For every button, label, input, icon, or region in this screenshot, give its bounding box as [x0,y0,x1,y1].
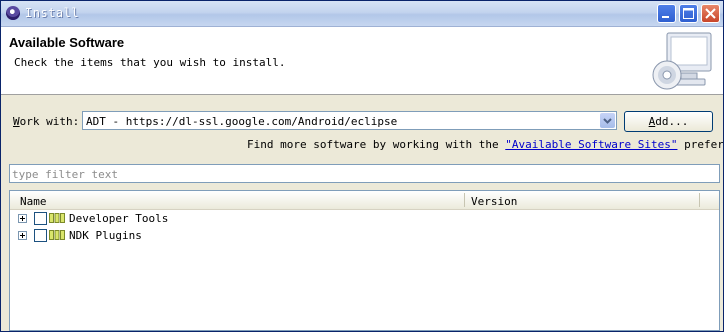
dialog-header: Available Software Check the items that … [1,27,723,95]
maximize-button[interactable] [679,4,698,23]
close-icon [705,8,716,19]
install-computer-cd-icon [652,32,712,90]
minimize-button[interactable] [657,4,676,23]
row-checkbox[interactable] [34,229,47,242]
find-more-text: Find more software by working with the "… [247,138,724,151]
expand-icon[interactable] [18,231,27,240]
column-name-header[interactable]: Name [20,195,47,208]
expand-icon[interactable] [18,214,27,223]
minimize-icon [662,16,669,18]
tree-header: Name Version [10,191,719,210]
maximize-icon [683,8,694,19]
window-title: Install [25,6,80,20]
eclipse-icon [6,6,20,20]
install-window: Install Available Software Check the ite… [0,0,724,332]
column-separator[interactable] [464,193,465,207]
feature-icon [49,230,65,240]
body-panel: Work with: ADT - https://dl-ssl.google.c… [1,95,723,331]
row-checkbox[interactable] [34,212,47,225]
page-title: Available Software [9,35,125,50]
close-button[interactable] [701,4,720,23]
row-label: Developer Tools [69,212,169,225]
available-software-sites-link[interactable]: "Available Software Sites" [505,138,677,151]
software-tree[interactable]: Name Version Developer Tools NDK Plugins [9,190,720,331]
column-separator[interactable] [699,193,700,207]
combo-dropdown-button[interactable] [600,113,615,128]
tree-row[interactable]: NDK Plugins [10,227,719,244]
work-with-label: Work with: [13,115,80,128]
work-with-combo[interactable]: ADT - https://dl-ssl.google.com/Android/… [82,111,617,130]
feature-icon [49,213,65,223]
page-description: Check the items that you wish to install… [14,56,286,69]
add-button[interactable]: Add... [624,111,713,132]
filter-input[interactable]: type filter text [9,164,720,183]
row-label: NDK Plugins [69,229,142,242]
work-with-value: ADT - https://dl-ssl.google.com/Android/… [86,115,398,128]
chevron-down-icon [603,118,612,124]
tree-row[interactable]: Developer Tools [10,210,719,227]
column-version-header[interactable]: Version [471,195,517,208]
title-bar[interactable]: Install [1,1,723,27]
